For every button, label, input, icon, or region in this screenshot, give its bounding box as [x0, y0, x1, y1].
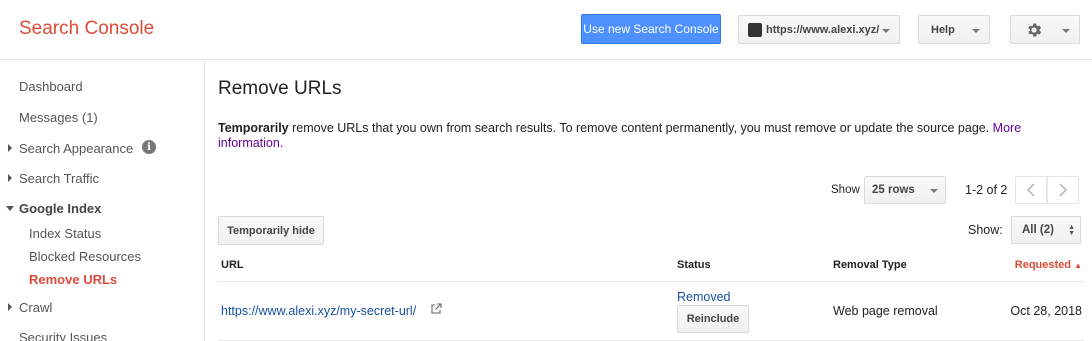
sidebar-item-blocked-resources[interactable]: Blocked Resources: [29, 249, 141, 264]
chevron-right-icon: [1059, 183, 1068, 197]
page-description: Temporarily remove URLs that you own fro…: [218, 121, 1078, 151]
sidebar-item-search-traffic[interactable]: Search Traffic: [19, 171, 99, 186]
rows-show-label: Show: [831, 184, 860, 196]
column-header-requested[interactable]: Requested ▲: [1015, 259, 1082, 271]
info-icon[interactable]: i: [142, 140, 156, 154]
previous-page-button[interactable]: [1015, 176, 1047, 204]
removal-type-cell: Web page removal: [833, 304, 938, 318]
reinclude-button[interactable]: Reinclude: [677, 305, 749, 333]
pagination-range: 1-2 of 2: [965, 183, 1008, 197]
sidebar-item-remove-urls[interactable]: Remove URLs: [29, 272, 117, 287]
sidebar-item-index-status[interactable]: Index Status: [29, 226, 101, 241]
sidebar-item-google-index[interactable]: Google Index: [19, 201, 101, 216]
chevron-down-icon: [972, 29, 980, 33]
sidebar-item-search-appearance[interactable]: Search Appearance: [19, 141, 133, 156]
main-content: Remove URLs Temporarily remove URLs that…: [205, 60, 1092, 341]
description-text: remove URLs that you own from search res…: [288, 121, 993, 135]
chevron-right-icon: [8, 303, 12, 311]
column-header-requested-label: Requested: [1014, 259, 1072, 271]
chevron-down-icon: [6, 206, 14, 211]
rows-per-page-value: 25 rows: [872, 184, 915, 196]
temporarily-hide-button[interactable]: Temporarily hide: [218, 216, 324, 245]
top-bar: Search Console Use new Search Console ht…: [0, 0, 1092, 60]
external-link-icon[interactable]: [430, 303, 442, 315]
use-new-console-button[interactable]: Use new Search Console: [581, 14, 721, 44]
page-title: Remove URLs: [218, 78, 342, 99]
gear-icon: [1028, 22, 1042, 37]
app-title[interactable]: Search Console: [19, 18, 154, 40]
chevron-left-icon: [1026, 183, 1035, 197]
sidebar-item-messages[interactable]: Messages (1): [19, 110, 98, 125]
site-selector[interactable]: https://www.alexi.xyz/: [738, 15, 900, 44]
chevron-right-icon: [8, 144, 12, 152]
description-bold: Temporarily: [218, 121, 289, 135]
sidebar-item-dashboard[interactable]: Dashboard: [19, 79, 83, 94]
column-header-status: Status: [677, 259, 711, 271]
column-header-removal-type: Removal Type: [833, 259, 907, 271]
table-row: https://www.alexi.xyz/my-secret-url/ Rem…: [218, 282, 1084, 341]
help-button[interactable]: Help: [918, 15, 990, 44]
url-link[interactable]: https://www.alexi.xyz/my-secret-url/: [221, 304, 416, 318]
filter-label: Show:: [968, 223, 1003, 237]
filter-value: All (2): [1022, 224, 1054, 236]
next-page-button[interactable]: [1047, 176, 1079, 204]
settings-button[interactable]: [1010, 15, 1080, 44]
help-label: Help: [931, 23, 955, 36]
requested-date-cell: Oct 28, 2018: [1010, 304, 1082, 318]
site-selector-label: https://www.alexi.xyz/: [766, 23, 880, 36]
chevron-down-icon: [1062, 29, 1070, 33]
table-header: URL Status Removal Type Requested ▲: [218, 250, 1084, 282]
chevron-right-icon: [8, 174, 12, 182]
status-removed[interactable]: Removed: [677, 290, 731, 304]
cube-icon: [748, 22, 762, 37]
rows-per-page-select[interactable]: 25 rows: [864, 176, 946, 204]
column-header-url: URL: [221, 259, 244, 271]
chevron-down-icon: [882, 29, 890, 33]
chevron-down-icon: [930, 189, 938, 193]
sidebar-item-security-issues[interactable]: Security Issues: [19, 330, 107, 341]
filter-select[interactable]: All (2) ▲ ▼: [1011, 216, 1081, 244]
sidebar-item-crawl[interactable]: Crawl: [19, 300, 52, 315]
updown-arrows-icon: ▲ ▼: [1068, 224, 1075, 237]
sidebar: Dashboard Messages (1) Search Appearance…: [0, 60, 205, 341]
sort-ascending-icon: ▲: [1074, 261, 1082, 270]
